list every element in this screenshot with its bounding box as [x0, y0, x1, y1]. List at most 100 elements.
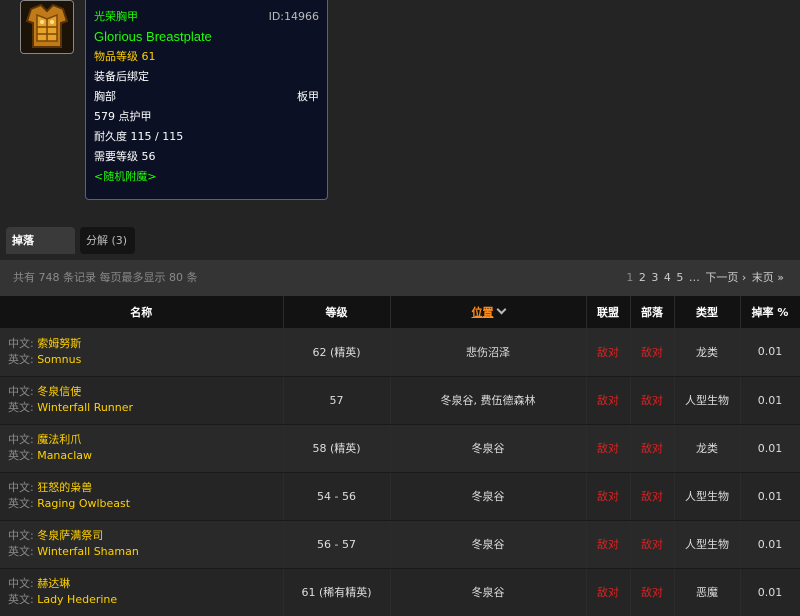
page-1[interactable]: 1	[626, 271, 633, 284]
pagination: 1 2 3 4 5 … 下一页 › 末页 »	[624, 260, 784, 296]
npc-type: 人型生物	[674, 472, 741, 521]
table-header-row: 名称 等级 位置 联盟 部落 类型 掉率 %	[0, 296, 800, 328]
page-5[interactable]: 5	[676, 271, 683, 284]
horde-reaction: 敌对	[630, 424, 675, 473]
drop-rate: 0.01	[740, 424, 800, 473]
npc-location[interactable]: 冬泉谷, 费伍德森林	[390, 376, 587, 425]
drop-rate: 0.01	[740, 376, 800, 425]
label-en: 英文:	[8, 497, 38, 510]
label-cn: 中文:	[8, 577, 38, 590]
npc-name-en[interactable]: Raging Owlbeast	[37, 497, 130, 510]
col-header-location-label: 位置	[471, 306, 494, 319]
npc-name-cn[interactable]: 索姆努斯	[37, 337, 81, 350]
horde-reaction: 敌对	[630, 328, 675, 377]
tab-drops[interactable]: 掉落 (748)	[6, 227, 75, 274]
npc-name-cell: 中文: 冬泉萨满祭司 英文: Winterfall Shaman	[0, 520, 284, 569]
table-row: 中文: 赫达琳 英文: Lady Hederine 61 (稀有精英) 冬泉谷 …	[0, 568, 800, 616]
horde-reaction: 敌对	[630, 376, 675, 425]
npc-location[interactable]: 冬泉谷	[390, 472, 587, 521]
npc-name-cn[interactable]: 冬泉信使	[37, 385, 81, 398]
npc-level: 57	[283, 376, 391, 425]
label-cn: 中文:	[8, 481, 38, 494]
col-header-location[interactable]: 位置	[390, 296, 587, 328]
horde-reaction: 敌对	[630, 472, 675, 521]
npc-level: 58 (精英)	[283, 424, 391, 473]
table-row: 中文: 魔法利爪 英文: Manaclaw 58 (精英) 冬泉谷 敌对 敌对 …	[0, 424, 800, 473]
label-cn: 中文:	[8, 433, 38, 446]
item-name-cn: 光荣胸甲	[94, 10, 138, 23]
npc-level: 54 - 56	[283, 472, 391, 521]
alliance-reaction: 敌对	[586, 424, 631, 473]
item-armor: 579 点护甲	[94, 110, 152, 123]
npc-name-cn[interactable]: 赫达琳	[37, 577, 70, 590]
table-row: 中文: 索姆努斯 英文: Somnus 62 (精英) 悲伤沼泽 敌对 敌对 龙…	[0, 328, 800, 377]
npc-name-en[interactable]: Lady Hederine	[37, 593, 117, 606]
results-summary: 共有 748 条记录 每页最多显示 80 条	[13, 271, 198, 284]
alliance-reaction: 敌对	[586, 472, 631, 521]
col-header-type[interactable]: 类型	[674, 296, 741, 328]
npc-type: 恶魔	[674, 568, 741, 616]
npc-type: 龙类	[674, 424, 741, 473]
npc-name-cell: 中文: 冬泉信使 英文: Winterfall Runner	[0, 376, 284, 425]
npc-name-cell: 中文: 索姆努斯 英文: Somnus	[0, 328, 284, 377]
item-slot: 胸部	[94, 90, 116, 103]
page-2[interactable]: 2	[639, 271, 646, 284]
breastplate-icon	[21, 1, 73, 53]
label-en: 英文:	[8, 449, 38, 462]
last-page-link[interactable]: 末页 »	[752, 271, 784, 284]
npc-name-en[interactable]: Somnus	[37, 353, 81, 366]
npc-location[interactable]: 悲伤沼泽	[390, 328, 587, 377]
drops-table: 名称 等级 位置 联盟 部落 类型 掉率 % 中文: 索姆努斯 英文: Somn…	[0, 296, 800, 616]
item-id: ID:14966	[268, 10, 319, 23]
tooltip-name-row: 光荣胸甲 ID:14966	[94, 7, 319, 27]
pagination-ellipsis: …	[688, 271, 700, 284]
sort-chevron-down-icon	[496, 304, 506, 315]
tab-disenchant[interactable]: 分解 (3)	[80, 227, 135, 254]
page-3[interactable]: 3	[651, 271, 658, 284]
table-row: 中文: 狂怒的枭兽 英文: Raging Owlbeast 54 - 56 冬泉…	[0, 472, 800, 521]
item-slot-row: 胸部 板甲	[94, 87, 319, 107]
label-en: 英文:	[8, 593, 38, 606]
npc-name-cn[interactable]: 冬泉萨满祭司	[37, 529, 103, 542]
npc-type: 人型生物	[674, 376, 741, 425]
npc-location[interactable]: 冬泉谷	[390, 520, 587, 569]
item-icon	[20, 0, 74, 54]
npc-name-en[interactable]: Manaclaw	[37, 449, 92, 462]
npc-name-en[interactable]: Winterfall Shaman	[37, 545, 139, 558]
drop-rate: 0.01	[740, 472, 800, 521]
npc-level: 56 - 57	[283, 520, 391, 569]
col-header-drop-rate[interactable]: 掉率 %	[740, 296, 800, 328]
col-header-alliance[interactable]: 联盟	[586, 296, 631, 328]
drop-rate: 0.01	[740, 520, 800, 569]
npc-type: 龙类	[674, 328, 741, 377]
page-4[interactable]: 4	[664, 271, 671, 284]
npc-name-cell: 中文: 狂怒的枭兽 英文: Raging Owlbeast	[0, 472, 284, 521]
item-required-level: 需要等级 56	[94, 150, 156, 163]
npc-location[interactable]: 冬泉谷	[390, 568, 587, 616]
npc-location[interactable]: 冬泉谷	[390, 424, 587, 473]
drop-rate: 0.01	[740, 568, 800, 616]
col-header-level[interactable]: 等级	[283, 296, 391, 328]
item-tooltip: 光荣胸甲 ID:14966 Glorious Breastplate 物品等级 …	[85, 0, 328, 200]
npc-name-cell: 中文: 赫达琳 英文: Lady Hederine	[0, 568, 284, 616]
item-random-enchant: <随机附魔>	[94, 170, 157, 183]
npc-type: 人型生物	[674, 520, 741, 569]
horde-reaction: 敌对	[630, 520, 675, 569]
alliance-reaction: 敌对	[586, 568, 631, 616]
label-cn: 中文:	[8, 336, 38, 350]
col-header-name[interactable]: 名称	[0, 296, 284, 328]
alliance-reaction: 敌对	[586, 520, 631, 569]
results-info-bar: 共有 748 条记录 每页最多显示 80 条 1 2 3 4 5 … 下一页 ›…	[0, 260, 800, 296]
npc-name-cn[interactable]: 魔法利爪	[37, 433, 81, 446]
label-cn: 中文:	[8, 529, 38, 542]
horde-reaction: 敌对	[630, 568, 675, 616]
alliance-reaction: 敌对	[586, 376, 631, 425]
drop-rate: 0.01	[740, 328, 800, 377]
table-row: 中文: 冬泉萨满祭司 英文: Winterfall Shaman 56 - 57…	[0, 520, 800, 569]
npc-name-cn[interactable]: 狂怒的枭兽	[37, 481, 92, 494]
col-header-horde[interactable]: 部落	[630, 296, 675, 328]
next-page-link[interactable]: 下一页 ›	[705, 271, 746, 284]
npc-name-cell: 中文: 魔法利爪 英文: Manaclaw	[0, 424, 284, 473]
npc-name-en[interactable]: Winterfall Runner	[37, 401, 133, 414]
label-en: 英文:	[8, 545, 38, 558]
